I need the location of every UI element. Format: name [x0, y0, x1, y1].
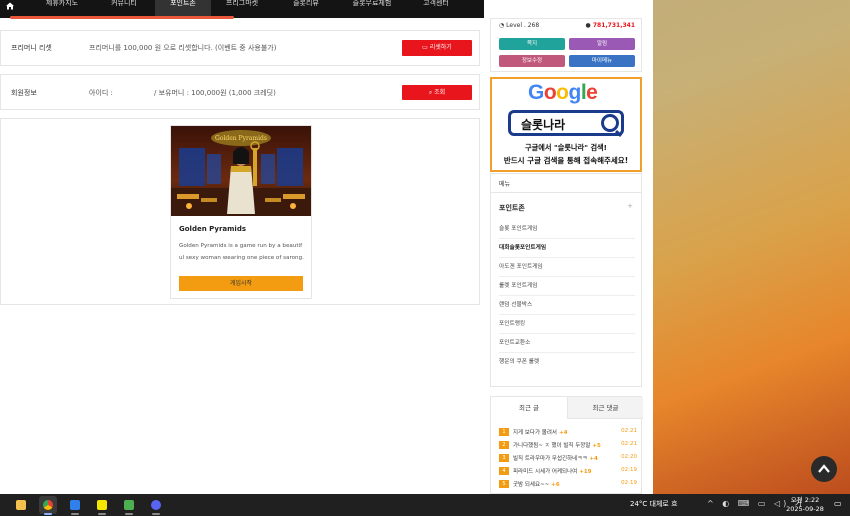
recent-post[interactable]: 2 가니다했됨~ ㅈ 했이 빌직 두깡말 +5 02:21 — [499, 441, 637, 451]
recent-post[interactable]: 5 굿밤 되세요~~ +6 02:19 — [499, 480, 637, 490]
user-money: ● 781,731,341 — [585, 22, 635, 29]
sidebar: ◔ Level . 268 ● 781,731,341 쪽지 알림 정보수정 마… — [484, 0, 653, 494]
google-logo: Google — [528, 81, 598, 104]
menu-item-random-gift[interactable]: 랜덤 선물박스 — [499, 299, 635, 315]
game-list: Golden Pyramids Golden Pyramids Golden P… — [0, 118, 480, 305]
menu-item-lucky-coupon[interactable]: 행운의 쿠폰 룰렛 — [499, 356, 635, 371]
menu-header: 메뉴 — [499, 181, 511, 188]
recent-posts-box: 최근 글 최근 댓글 1 지게 보다가 몰려서 +4 02:21 2 가니다했됨~… — [490, 396, 643, 494]
weather-widget[interactable]: 24°C 대체로 흐 — [630, 499, 678, 509]
user-box: ◔ Level . 268 ● 781,731,341 쪽지 알림 정보수정 마… — [490, 18, 642, 72]
recent-post[interactable]: 3 빌직 트라우마가 무섭긴하네ㅋㅋ +4 02:20 — [499, 454, 637, 464]
chrome-icon[interactable] — [39, 496, 57, 515]
recent-post[interactable]: 4 피라미드 시세가 어케되나여 +19 02:19 — [499, 467, 637, 477]
kakaotalk-icon[interactable] — [93, 496, 111, 515]
menu-item-tournament-slot[interactable]: 대회슬롯포인트게임 — [499, 242, 635, 258]
game-start-button[interactable]: 게임시작 — [179, 276, 303, 291]
notification-icon[interactable]: ▭ — [834, 499, 842, 508]
menu-item-roulette[interactable]: 룰렛 포인트게임 — [499, 280, 635, 296]
banner-line-1: 구글에서 "슬롯나라" 검색! — [525, 143, 607, 152]
menu-item-point-ranking[interactable]: 포인트랭킹 — [499, 318, 635, 334]
reset-button[interactable]: ▭ 리셋하기 — [402, 40, 472, 56]
file-explorer-icon[interactable] — [12, 496, 30, 514]
menu-divider — [491, 192, 641, 193]
free-money-reset-row: 프리머니 리셋 프리머니를 100,000 원 으로 리셋합니다. (이벤트 중… — [0, 30, 480, 66]
menu-section-title[interactable]: 포인트존 — [499, 203, 525, 213]
member-money-text: / 보유머니 : 100,000원 (1,000 크레딧) — [154, 89, 276, 97]
magnifier-icon — [601, 114, 619, 132]
member-id-label: 아이디 : — [89, 89, 113, 97]
lookup-button[interactable]: ⌕ 조회 — [402, 85, 472, 100]
banner-line-2: 반드시 구글 검색을 통해 접속해주세요! — [503, 156, 629, 165]
expand-icon[interactable]: + — [627, 202, 633, 210]
message-button[interactable]: 쪽지 — [499, 38, 565, 50]
alert-button[interactable]: 알림 — [569, 38, 635, 50]
nav-item-slot-review[interactable]: 슬롯리뷰 — [278, 0, 334, 18]
coin-icon: ● — [585, 22, 593, 29]
my-menu-button[interactable]: 마이메뉴 — [569, 55, 635, 67]
game-title: Golden Pyramids — [179, 225, 247, 233]
taskbar: 24°C 대체로 흐 ^ ◐ ⌨ ▭ ◁) 가 오전 2:22 2025-09-… — [0, 494, 850, 516]
game-thumbnail[interactable]: Golden Pyramids — [171, 126, 311, 216]
notes-icon[interactable] — [120, 496, 138, 515]
member-info-row: 회원정보 아이디 : / 보유머니 : 100,000원 (1,000 크레딧)… — [0, 74, 480, 110]
clock[interactable]: 오전 2:22 2025-09-28 — [783, 496, 827, 514]
home-icon[interactable] — [6, 2, 14, 12]
game-thumb-title: Golden Pyramids — [215, 135, 267, 142]
game-card[interactable]: Golden Pyramids Golden Pyramids Golden P… — [170, 125, 312, 299]
tab-recent-posts[interactable]: 최근 글 — [491, 397, 567, 419]
menu-item-point-exchange[interactable]: 포인트교환소 — [499, 337, 635, 353]
nav-active-underline — [10, 16, 234, 19]
tab-recent-comments[interactable]: 최근 댓글 — [567, 397, 643, 419]
banner-search-text: 슬롯나라 — [521, 118, 566, 132]
messenger-icon[interactable] — [66, 496, 84, 515]
edit-profile-button[interactable]: 정보수정 — [499, 55, 565, 67]
gamepad-icon: ▭ — [422, 44, 430, 51]
discord-icon[interactable] — [147, 496, 165, 515]
menu-item-adogen[interactable]: 아도겐 포인트게임 — [499, 261, 635, 277]
google-search-banner[interactable]: Google 슬롯나라 구글에서 "슬롯나라" 검색! 반드시 구글 검색을 통… — [490, 77, 642, 172]
free-money-text: 프리머니를 100,000 원 으로 리셋합니다. (이벤트 중 사용불가) — [89, 44, 277, 52]
nav-item-customer-center[interactable]: 고객센터 — [412, 0, 460, 18]
browser-window: 제휴카지노 커뮤니티 포인트존 프리그마켓 슬롯리뷰 슬롯무료체험 고객센터 프… — [0, 0, 653, 494]
nav-item-free-slots[interactable]: 슬롯무료체험 — [342, 0, 402, 18]
member-info-label: 회원정보 — [11, 89, 37, 97]
banner-search-box: 슬롯나라 — [508, 110, 624, 136]
side-menu: 메뉴 포인트존 + 슬롯 포인트게임 대회슬롯포인트게임 아도겐 포인트게임 룰… — [490, 173, 642, 387]
user-level: ◔ Level . 268 — [499, 22, 540, 29]
recent-post[interactable]: 1 지게 보다가 몰려서 +4 02:21 — [499, 428, 637, 438]
free-money-label: 프리머니 리셋 — [11, 44, 52, 52]
menu-item-slot-point-game[interactable]: 슬롯 포인트게임 — [499, 223, 635, 239]
game-description: Golden Pyramids is a game run by a beaut… — [179, 243, 304, 261]
chevron-up-icon — [818, 464, 830, 473]
scroll-to-top-button[interactable] — [811, 456, 837, 482]
